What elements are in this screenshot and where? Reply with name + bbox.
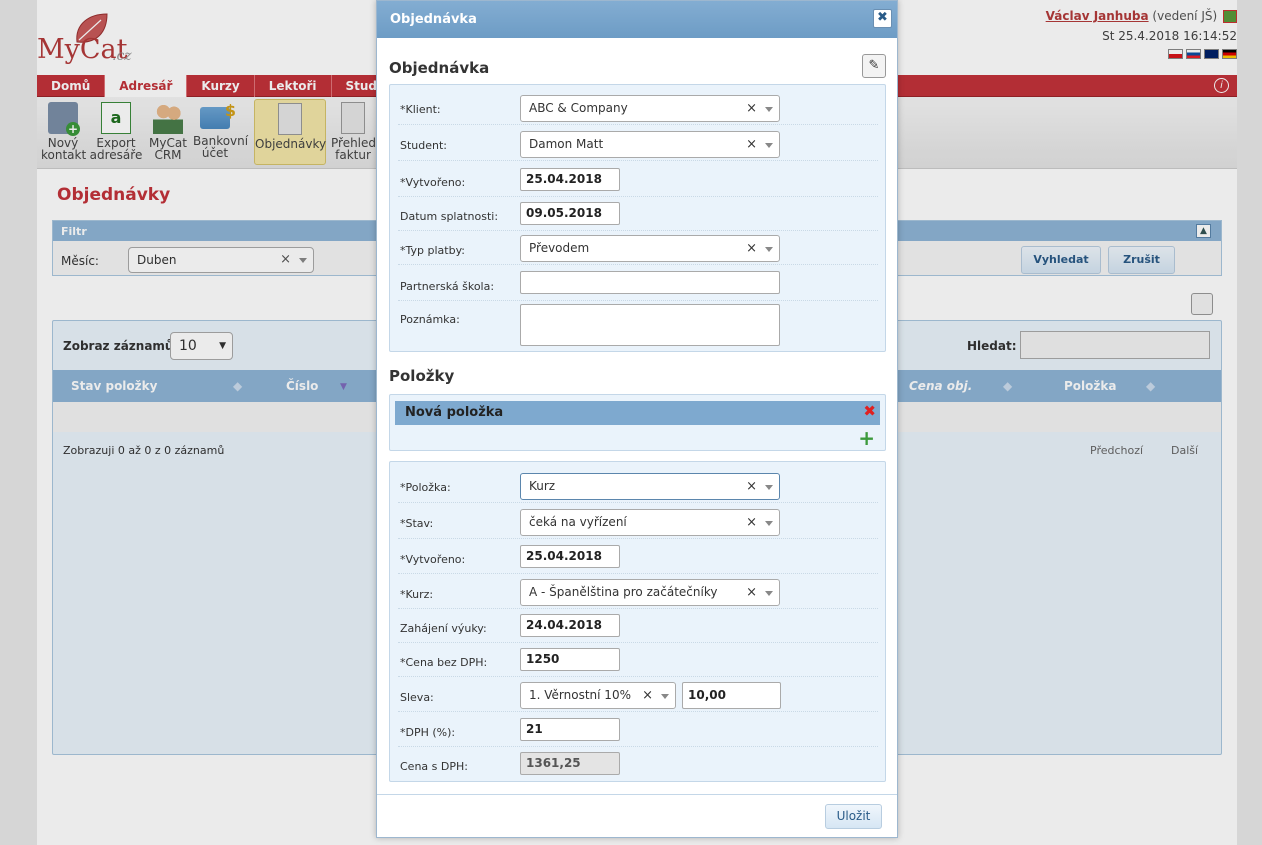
price-row: *Cena bez DPH: 1250 xyxy=(398,642,878,677)
discount-row: Sleva: 1. Věrnostní 10% × 10,00 xyxy=(398,677,878,712)
total-row: Cena s DPH: 1361,25 xyxy=(398,746,878,781)
note-label: Poznámka: xyxy=(400,313,460,326)
section-order-title: Objednávka xyxy=(389,59,490,77)
chevron-down-icon xyxy=(765,521,773,526)
clear-icon[interactable]: × xyxy=(746,510,757,535)
created-input[interactable]: 25.04.2018 xyxy=(520,168,620,191)
item-created-label: *Vytvořeno: xyxy=(400,553,466,566)
created-row: *Vytvořeno: 25.04.2018 xyxy=(398,162,878,197)
payment-type-label: *Typ platby: xyxy=(400,244,465,257)
due-date-label: Datum splatnosti: xyxy=(400,210,499,223)
chevron-down-icon xyxy=(765,485,773,490)
chevron-down-icon xyxy=(661,694,669,699)
client-label: *Klient: xyxy=(400,103,441,116)
clear-icon[interactable]: × xyxy=(746,236,757,261)
due-date-input[interactable]: 09.05.2018 xyxy=(520,202,620,225)
client-row: *Klient: ABC & Company × xyxy=(398,90,878,125)
clear-icon[interactable]: × xyxy=(746,96,757,121)
status-value: čeká na vyřízení xyxy=(529,515,627,529)
chevron-down-icon xyxy=(765,591,773,596)
dialog-footer: Uložit xyxy=(377,794,897,838)
order-dialog: Objednávka ✖ Objednávka ✎ *Klient: ABC &… xyxy=(376,0,898,838)
course-value: A - Španělština pro začátečníky xyxy=(529,585,718,599)
student-select[interactable]: Damon Matt × xyxy=(520,131,780,158)
new-item-header: Nová položka ✖ xyxy=(395,401,880,425)
payment-type-value: Převodem xyxy=(529,241,590,255)
order-panel: *Klient: ABC & Company × Student: Damon M… xyxy=(389,84,886,352)
save-button[interactable]: Uložit xyxy=(825,804,882,829)
course-row: *Kurz: A - Španělština pro začátečníky × xyxy=(398,574,878,609)
chevron-down-icon xyxy=(765,143,773,148)
item-detail-panel: *Položka: Kurz × *Stav: čeká na vyřízení ×… xyxy=(389,461,886,782)
total-price-readonly: 1361,25 xyxy=(520,752,620,775)
vat-row: *DPH (%): 21 xyxy=(398,712,878,747)
payment-type-row: *Typ platby: Převodem × xyxy=(398,230,878,265)
section-items-title: Položky xyxy=(389,367,455,385)
clear-icon[interactable]: × xyxy=(746,474,757,499)
clear-icon[interactable]: × xyxy=(746,580,757,605)
note-row: Poznámka: xyxy=(398,301,878,349)
student-row: Student: Damon Matt × xyxy=(398,126,878,161)
delete-item-icon[interactable]: ✖ xyxy=(863,402,876,420)
add-item-icon[interactable]: + xyxy=(858,428,875,448)
close-icon[interactable]: ✖ xyxy=(873,9,892,28)
partner-school-label: Partnerská škola: xyxy=(400,280,495,293)
client-select[interactable]: ABC & Company × xyxy=(520,95,780,122)
course-start-input[interactable]: 24.04.2018 xyxy=(520,614,620,637)
chevron-down-icon xyxy=(765,107,773,112)
clear-icon[interactable]: × xyxy=(642,683,653,708)
item-row: *Položka: Kurz × xyxy=(398,468,878,503)
course-start-label: Zahájení výuky: xyxy=(400,622,487,635)
item-select[interactable]: Kurz × xyxy=(520,473,780,500)
discount-value: 1. Věrnostní 10% xyxy=(529,688,631,702)
discount-label: Sleva: xyxy=(400,691,434,704)
client-value: ABC & Company xyxy=(529,101,628,115)
discount-select[interactable]: 1. Věrnostní 10% × xyxy=(520,682,676,709)
dialog-title: Objednávka xyxy=(377,1,897,38)
created-label: *Vytvořeno: xyxy=(400,176,466,189)
status-label: *Stav: xyxy=(400,517,434,530)
edit-pencil-icon[interactable]: ✎ xyxy=(862,54,886,78)
items-panel: Nová položka ✖ + xyxy=(389,394,886,451)
item-created-input[interactable]: 25.04.2018 xyxy=(520,545,620,568)
item-label: *Položka: xyxy=(400,481,451,494)
student-label: Student: xyxy=(400,139,448,152)
course-start-row: Zahájení výuky: 24.04.2018 xyxy=(398,608,878,643)
status-select[interactable]: čeká na vyřízení × xyxy=(520,509,780,536)
item-value: Kurz xyxy=(529,479,556,493)
note-textarea[interactable] xyxy=(520,304,780,346)
price-input[interactable]: 1250 xyxy=(520,648,620,671)
partner-school-row: Partnerská škola: xyxy=(398,266,878,301)
vat-label: *DPH (%): xyxy=(400,726,456,739)
partner-school-input[interactable] xyxy=(520,271,780,294)
due-date-row: Datum splatnosti: 09.05.2018 xyxy=(398,196,878,231)
status-row: *Stav: čeká na vyřízení × xyxy=(398,504,878,539)
new-item-title: Nová položka xyxy=(405,405,504,420)
total-label: Cena s DPH: xyxy=(400,760,468,773)
vat-input[interactable]: 21 xyxy=(520,718,620,741)
clear-icon[interactable]: × xyxy=(746,132,757,157)
course-label: *Kurz: xyxy=(400,588,434,601)
payment-type-select[interactable]: Převodem × xyxy=(520,235,780,262)
student-value: Damon Matt xyxy=(529,137,604,151)
discount-amount-input[interactable]: 10,00 xyxy=(682,682,781,709)
item-created-row: *Vytvořeno: 25.04.2018 xyxy=(398,539,878,574)
course-select[interactable]: A - Španělština pro začátečníky × xyxy=(520,579,780,606)
chevron-down-icon xyxy=(765,247,773,252)
price-label: *Cena bez DPH: xyxy=(400,656,488,669)
